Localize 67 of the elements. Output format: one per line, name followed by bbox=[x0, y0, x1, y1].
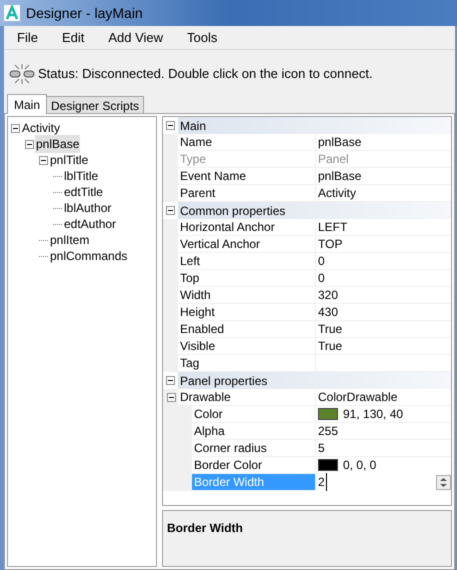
property-name[interactable]: Vertical Anchor bbox=[178, 236, 316, 253]
menu-item[interactable]: Tools bbox=[182, 28, 222, 48]
tree-item[interactable]: pnlTitle bbox=[49, 151, 90, 169]
category-header: Common properties bbox=[178, 202, 451, 219]
tree-item[interactable]: Activity bbox=[21, 119, 62, 137]
tab[interactable]: Designer Scripts bbox=[46, 96, 144, 114]
property-value: LEFT bbox=[316, 219, 451, 236]
property-value: TOP bbox=[316, 236, 451, 253]
tree-item[interactable]: pnlBase bbox=[35, 135, 80, 153]
property-name[interactable]: Left bbox=[178, 253, 316, 270]
property-value: 430 bbox=[316, 304, 451, 321]
collapse-icon[interactable] bbox=[166, 121, 175, 130]
collapse-icon[interactable] bbox=[39, 156, 48, 164]
property-value: True bbox=[316, 321, 451, 338]
row-gutter bbox=[163, 185, 178, 202]
tree-item[interactable]: pnlCommands bbox=[49, 247, 128, 265]
collapse-icon[interactable] bbox=[167, 393, 176, 402]
property-name[interactable]: Top bbox=[178, 270, 316, 287]
spin-field[interactable]: 2 bbox=[318, 473, 451, 491]
row-gutter bbox=[163, 355, 178, 372]
description-title: Border Width bbox=[167, 521, 243, 535]
property-name[interactable]: Event Name bbox=[178, 168, 316, 185]
property-value: 0 bbox=[316, 270, 451, 287]
property-value: 255 bbox=[316, 423, 451, 440]
tab[interactable]: Main bbox=[7, 94, 48, 114]
window-title: Designer - layMain bbox=[26, 4, 143, 23]
property-value: 91, 130, 40 bbox=[343, 406, 404, 423]
property-value: 5 bbox=[316, 440, 451, 457]
property-name[interactable]: Enabled bbox=[178, 321, 316, 338]
property-name[interactable]: Color bbox=[192, 406, 316, 423]
tree-item[interactable]: pnlItem bbox=[49, 231, 90, 249]
tree-item[interactable]: edtTitle bbox=[63, 183, 104, 201]
disconnected-link-icon[interactable] bbox=[9, 63, 35, 85]
property-value: True bbox=[316, 338, 451, 355]
collapse-icon[interactable] bbox=[25, 140, 34, 148]
tree-item[interactable]: lblAuthor bbox=[63, 199, 112, 217]
tree-item[interactable]: lblTitle bbox=[63, 167, 100, 185]
property-value: ColorDrawable bbox=[316, 389, 451, 406]
property-value: Panel bbox=[316, 151, 451, 168]
category-header: Panel properties bbox=[178, 372, 451, 389]
property-name[interactable]: Visible bbox=[178, 338, 316, 355]
row-gutter bbox=[163, 474, 192, 491]
property-value: pnlBase bbox=[316, 168, 451, 185]
row-gutter bbox=[163, 134, 178, 151]
row-gutter bbox=[163, 219, 178, 236]
status-text: Status: Disconnected. Double click on the icon to connect. bbox=[38, 65, 373, 84]
property-value: 0 bbox=[316, 253, 451, 270]
spinner-icon[interactable] bbox=[436, 474, 451, 490]
collapse-icon[interactable] bbox=[11, 124, 20, 132]
category-header: Main bbox=[178, 117, 451, 134]
property-name[interactable]: Width bbox=[178, 287, 316, 304]
property-name[interactable]: Horizontal Anchor bbox=[178, 219, 316, 236]
property-name[interactable]: Alpha bbox=[192, 423, 316, 440]
collapse-icon[interactable] bbox=[166, 376, 175, 385]
property-name[interactable]: Corner radius bbox=[192, 440, 316, 457]
menu-item[interactable]: Edit bbox=[56, 28, 90, 48]
tree-item[interactable]: edtAuthor bbox=[63, 215, 118, 233]
menu-item[interactable]: Add View bbox=[103, 28, 168, 48]
property-name[interactable]: Name bbox=[178, 134, 316, 151]
property-name[interactable]: Drawable bbox=[178, 389, 316, 406]
property-value: 320 bbox=[316, 287, 451, 304]
property-value: 0, 0, 0 bbox=[343, 457, 376, 474]
property-value: pnlBase bbox=[316, 134, 451, 151]
property-name[interactable]: Height bbox=[178, 304, 316, 321]
menu-item[interactable]: File bbox=[12, 28, 43, 48]
collapse-icon[interactable] bbox=[166, 206, 175, 215]
app-icon bbox=[4, 5, 20, 21]
